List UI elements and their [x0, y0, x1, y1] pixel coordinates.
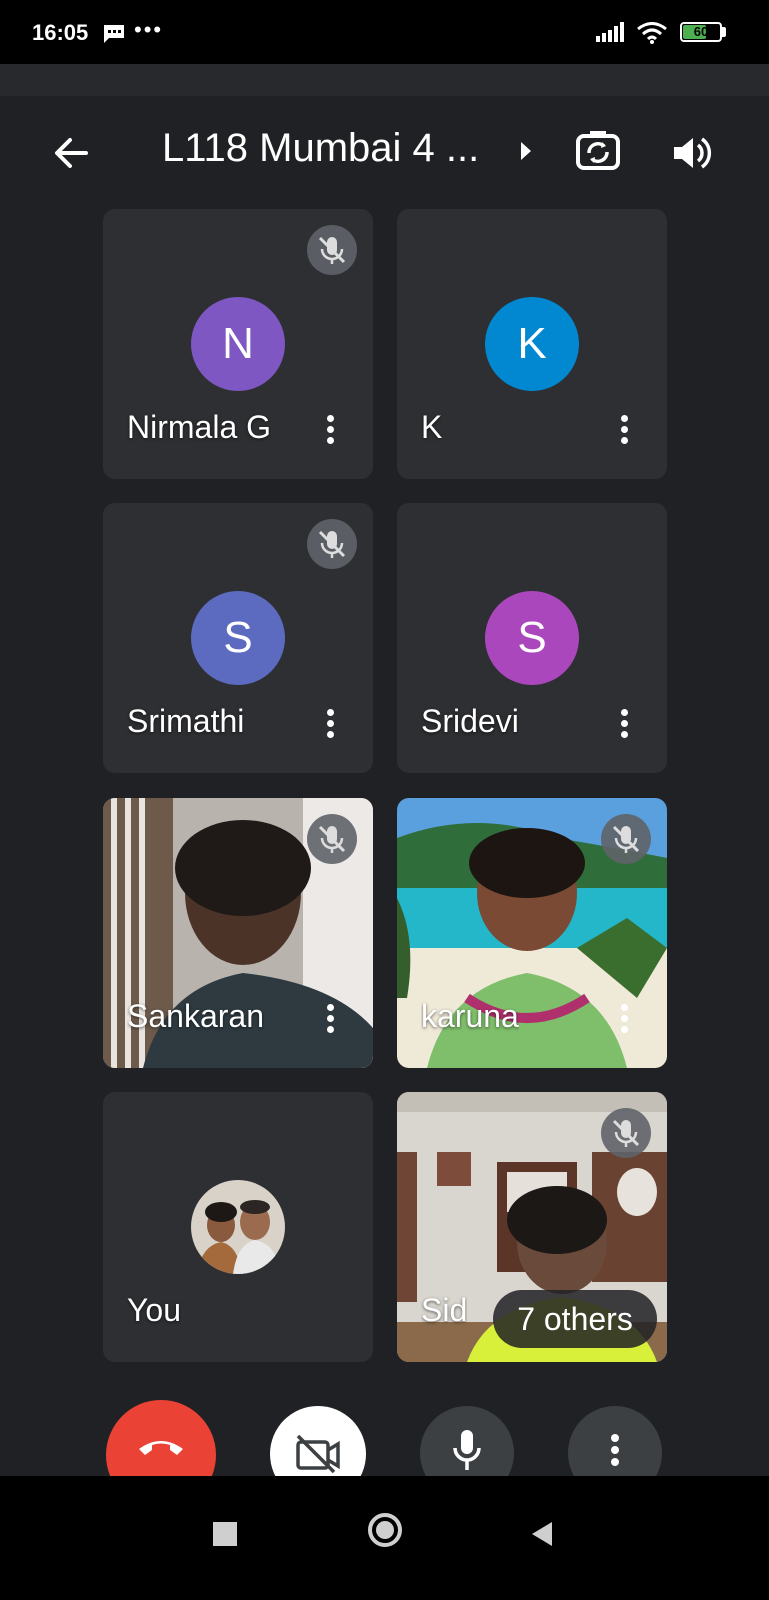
microphone-button[interactable] [420, 1406, 514, 1476]
recents-icon[interactable] [213, 1522, 237, 1551]
microphone-icon [453, 1430, 481, 1470]
more-options-button[interactable] [568, 1406, 662, 1476]
chevron-right-icon[interactable] [518, 140, 534, 167]
end-call-button[interactable] [106, 1400, 216, 1476]
more-vert-icon[interactable] [609, 998, 639, 1038]
status-time: 16:05 [32, 20, 89, 45]
more-vert-icon[interactable] [315, 409, 345, 449]
mic-off-icon [601, 1108, 651, 1158]
participant-name: Sankaran [127, 998, 264, 1034]
avatar: K [485, 297, 579, 391]
participant-name: K [421, 409, 443, 445]
others-count-chip[interactable]: 7 others [493, 1290, 657, 1348]
speaker-icon[interactable] [666, 128, 716, 178]
more-vert-icon[interactable] [609, 703, 639, 743]
avatar: S [485, 591, 579, 685]
end-call-icon [139, 1441, 183, 1455]
participant-tile-sid[interactable]: Sid 7 others [397, 1092, 667, 1362]
participant-name: karuna [421, 998, 519, 1034]
mic-off-icon [307, 225, 357, 275]
participant-name: You [127, 1292, 181, 1328]
camera-off-icon [296, 1434, 340, 1474]
more-vert-icon[interactable] [609, 409, 639, 449]
more-vert-icon[interactable] [315, 998, 345, 1038]
back-triangle-icon[interactable] [530, 1520, 554, 1553]
battery-tip [722, 27, 726, 37]
home-icon[interactable] [367, 1512, 403, 1553]
participant-name: Sridevi [421, 703, 519, 739]
back-arrow-icon[interactable] [46, 128, 96, 178]
message-notification-icon [103, 24, 125, 49]
participant-tile-srimathi[interactable]: S Srimathi [103, 503, 373, 773]
participant-tile-karuna[interactable]: karuna [397, 798, 667, 1068]
camera-toggle-button[interactable] [270, 1406, 366, 1476]
mic-off-icon [601, 814, 651, 864]
participant-name: Sid [421, 1292, 468, 1328]
avatar [191, 1180, 285, 1274]
participant-tile-sankaran[interactable]: Sankaran [103, 798, 373, 1068]
mic-off-icon [307, 814, 357, 864]
system-navigation-bar [0, 1476, 769, 1600]
call-controls [0, 1396, 769, 1476]
wifi-icon [637, 22, 667, 49]
call-header: L118 Mumbai 4 ... [0, 96, 769, 206]
more-vert-icon [611, 1434, 619, 1466]
switch-camera-icon[interactable] [572, 126, 624, 178]
status-bar: 16:05 ••• 60 [0, 0, 769, 64]
participant-tile-nirmala[interactable]: N Nirmala G [103, 209, 373, 479]
participant-tile-sridevi[interactable]: S Sridevi [397, 503, 667, 773]
battery-icon: 60 [680, 22, 722, 42]
participant-tile-k[interactable]: K K [397, 209, 667, 479]
participant-name: Srimathi [127, 703, 245, 739]
meeting-title[interactable]: L118 Mumbai 4 ... [162, 126, 479, 171]
signal-icon [596, 22, 628, 47]
battery-level: 60 [693, 24, 709, 39]
mic-off-icon [307, 519, 357, 569]
participant-name: Nirmala G [127, 409, 272, 445]
meet-call-screen: L118 Mumbai 4 ... N Nirmala G K K S Srim… [0, 96, 769, 1476]
participant-tile-you[interactable]: You [103, 1092, 373, 1362]
more-vert-icon[interactable] [315, 703, 345, 743]
more-notifications-icon: ••• [134, 17, 164, 42]
avatar: S [191, 591, 285, 685]
notification-strip [0, 64, 769, 96]
avatar: N [191, 297, 285, 391]
